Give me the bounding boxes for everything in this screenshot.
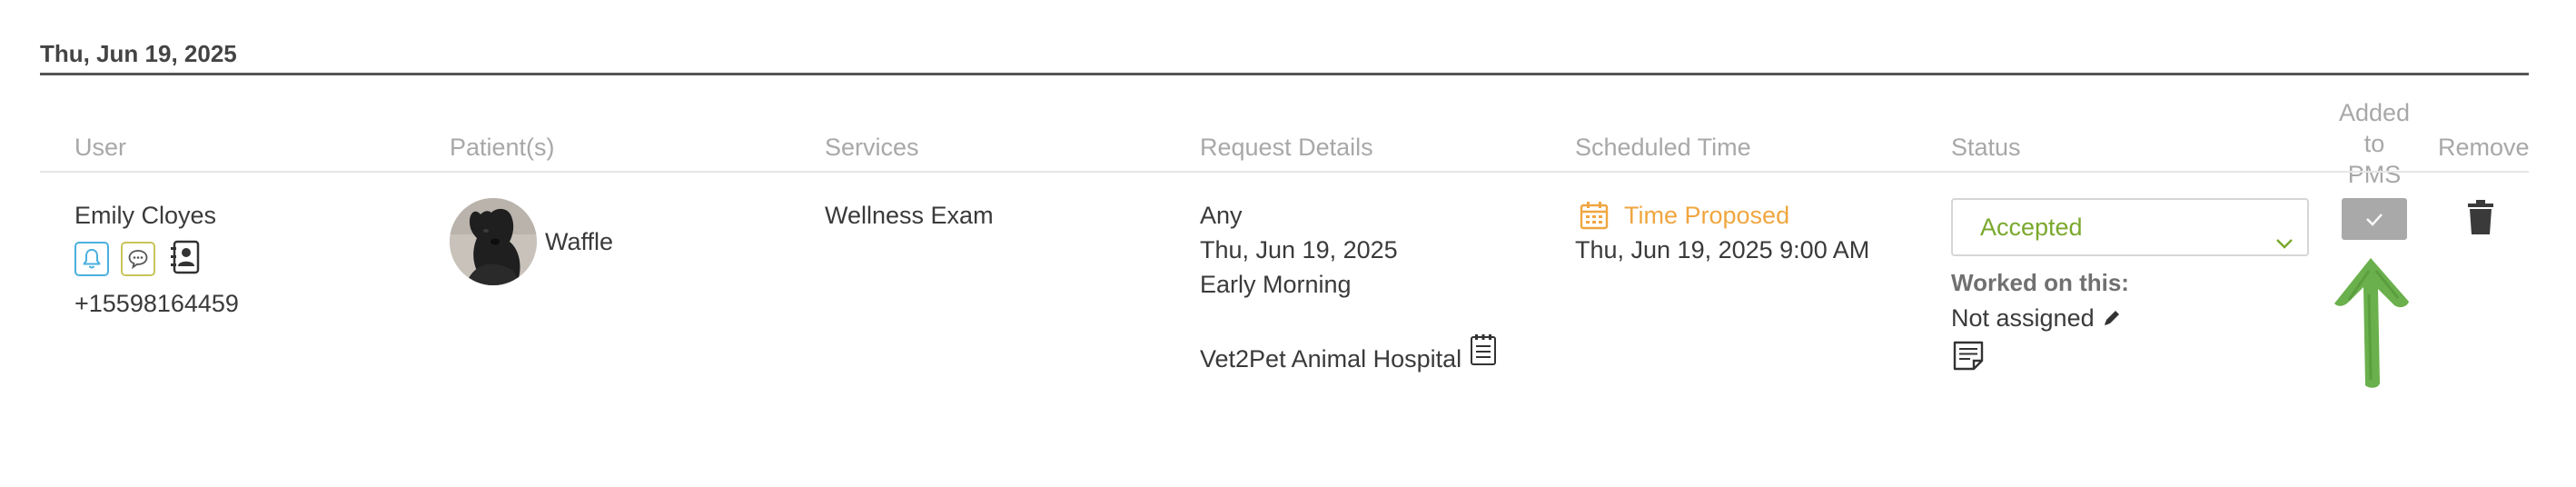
add-to-pms-button[interactable] bbox=[2342, 198, 2407, 240]
column-header-remove: Remove bbox=[2438, 134, 2530, 161]
status-select[interactable]: Accepted bbox=[1951, 198, 2309, 256]
request-hospital: Vet2Pet Animal Hospital bbox=[1200, 345, 1462, 373]
patient-avatar bbox=[450, 198, 537, 285]
calendar-icon bbox=[1577, 198, 1611, 233]
request-date: Thu, Jun 19, 2025 bbox=[1200, 236, 1398, 263]
column-header-added-to-pms-line1: Added bbox=[2338, 99, 2411, 126]
request-time-of-day: Early Morning bbox=[1200, 271, 1352, 298]
header-divider bbox=[40, 171, 2529, 173]
scheduled-datetime: Thu, Jun 19, 2025 9:00 AM bbox=[1575, 236, 1870, 263]
checkmark-icon bbox=[2366, 214, 2383, 226]
column-header-request-details: Request Details bbox=[1200, 134, 1373, 161]
contact-card-icon[interactable] bbox=[167, 240, 202, 274]
bell-icon[interactable] bbox=[74, 242, 109, 276]
user-name: Emily Cloyes bbox=[74, 202, 217, 229]
column-header-scheduled-time: Scheduled Time bbox=[1575, 134, 1751, 161]
pencil-icon[interactable] bbox=[2095, 301, 2129, 335]
chat-icon[interactable] bbox=[121, 242, 155, 276]
column-header-added-to-pms-line2: to PMS bbox=[2347, 130, 2402, 188]
notes-icon[interactable] bbox=[1466, 333, 1501, 367]
column-header-user: User bbox=[74, 134, 127, 161]
request-preference: Any bbox=[1200, 202, 1243, 229]
chevron-down-icon bbox=[2274, 218, 2294, 273]
patient-name[interactable]: Waffle bbox=[545, 224, 613, 259]
note-icon[interactable] bbox=[1951, 338, 1986, 373]
service-name: Wellness Exam bbox=[825, 202, 994, 229]
column-header-added-to-pms: Added to PMS bbox=[2336, 97, 2413, 190]
trash-icon[interactable] bbox=[2467, 200, 2494, 239]
date-header-text: Thu, Jun 19, 2025 bbox=[40, 40, 237, 67]
worked-on-label: Worked on this: bbox=[1951, 269, 2129, 296]
status-select-value: Accepted bbox=[1980, 214, 2083, 241]
column-header-services: Services bbox=[825, 134, 919, 161]
annotation-arrow-icon bbox=[2334, 258, 2409, 388]
column-header-patients: Patient(s) bbox=[450, 134, 555, 161]
scheduled-status-label: Time Proposed bbox=[1624, 202, 1790, 229]
worked-on-value: Not assigned bbox=[1951, 304, 2095, 332]
user-phone: +15598164459 bbox=[74, 290, 239, 317]
column-header-status: Status bbox=[1951, 134, 2021, 161]
date-header: Thu, Jun 19, 2025 bbox=[40, 40, 2529, 75]
